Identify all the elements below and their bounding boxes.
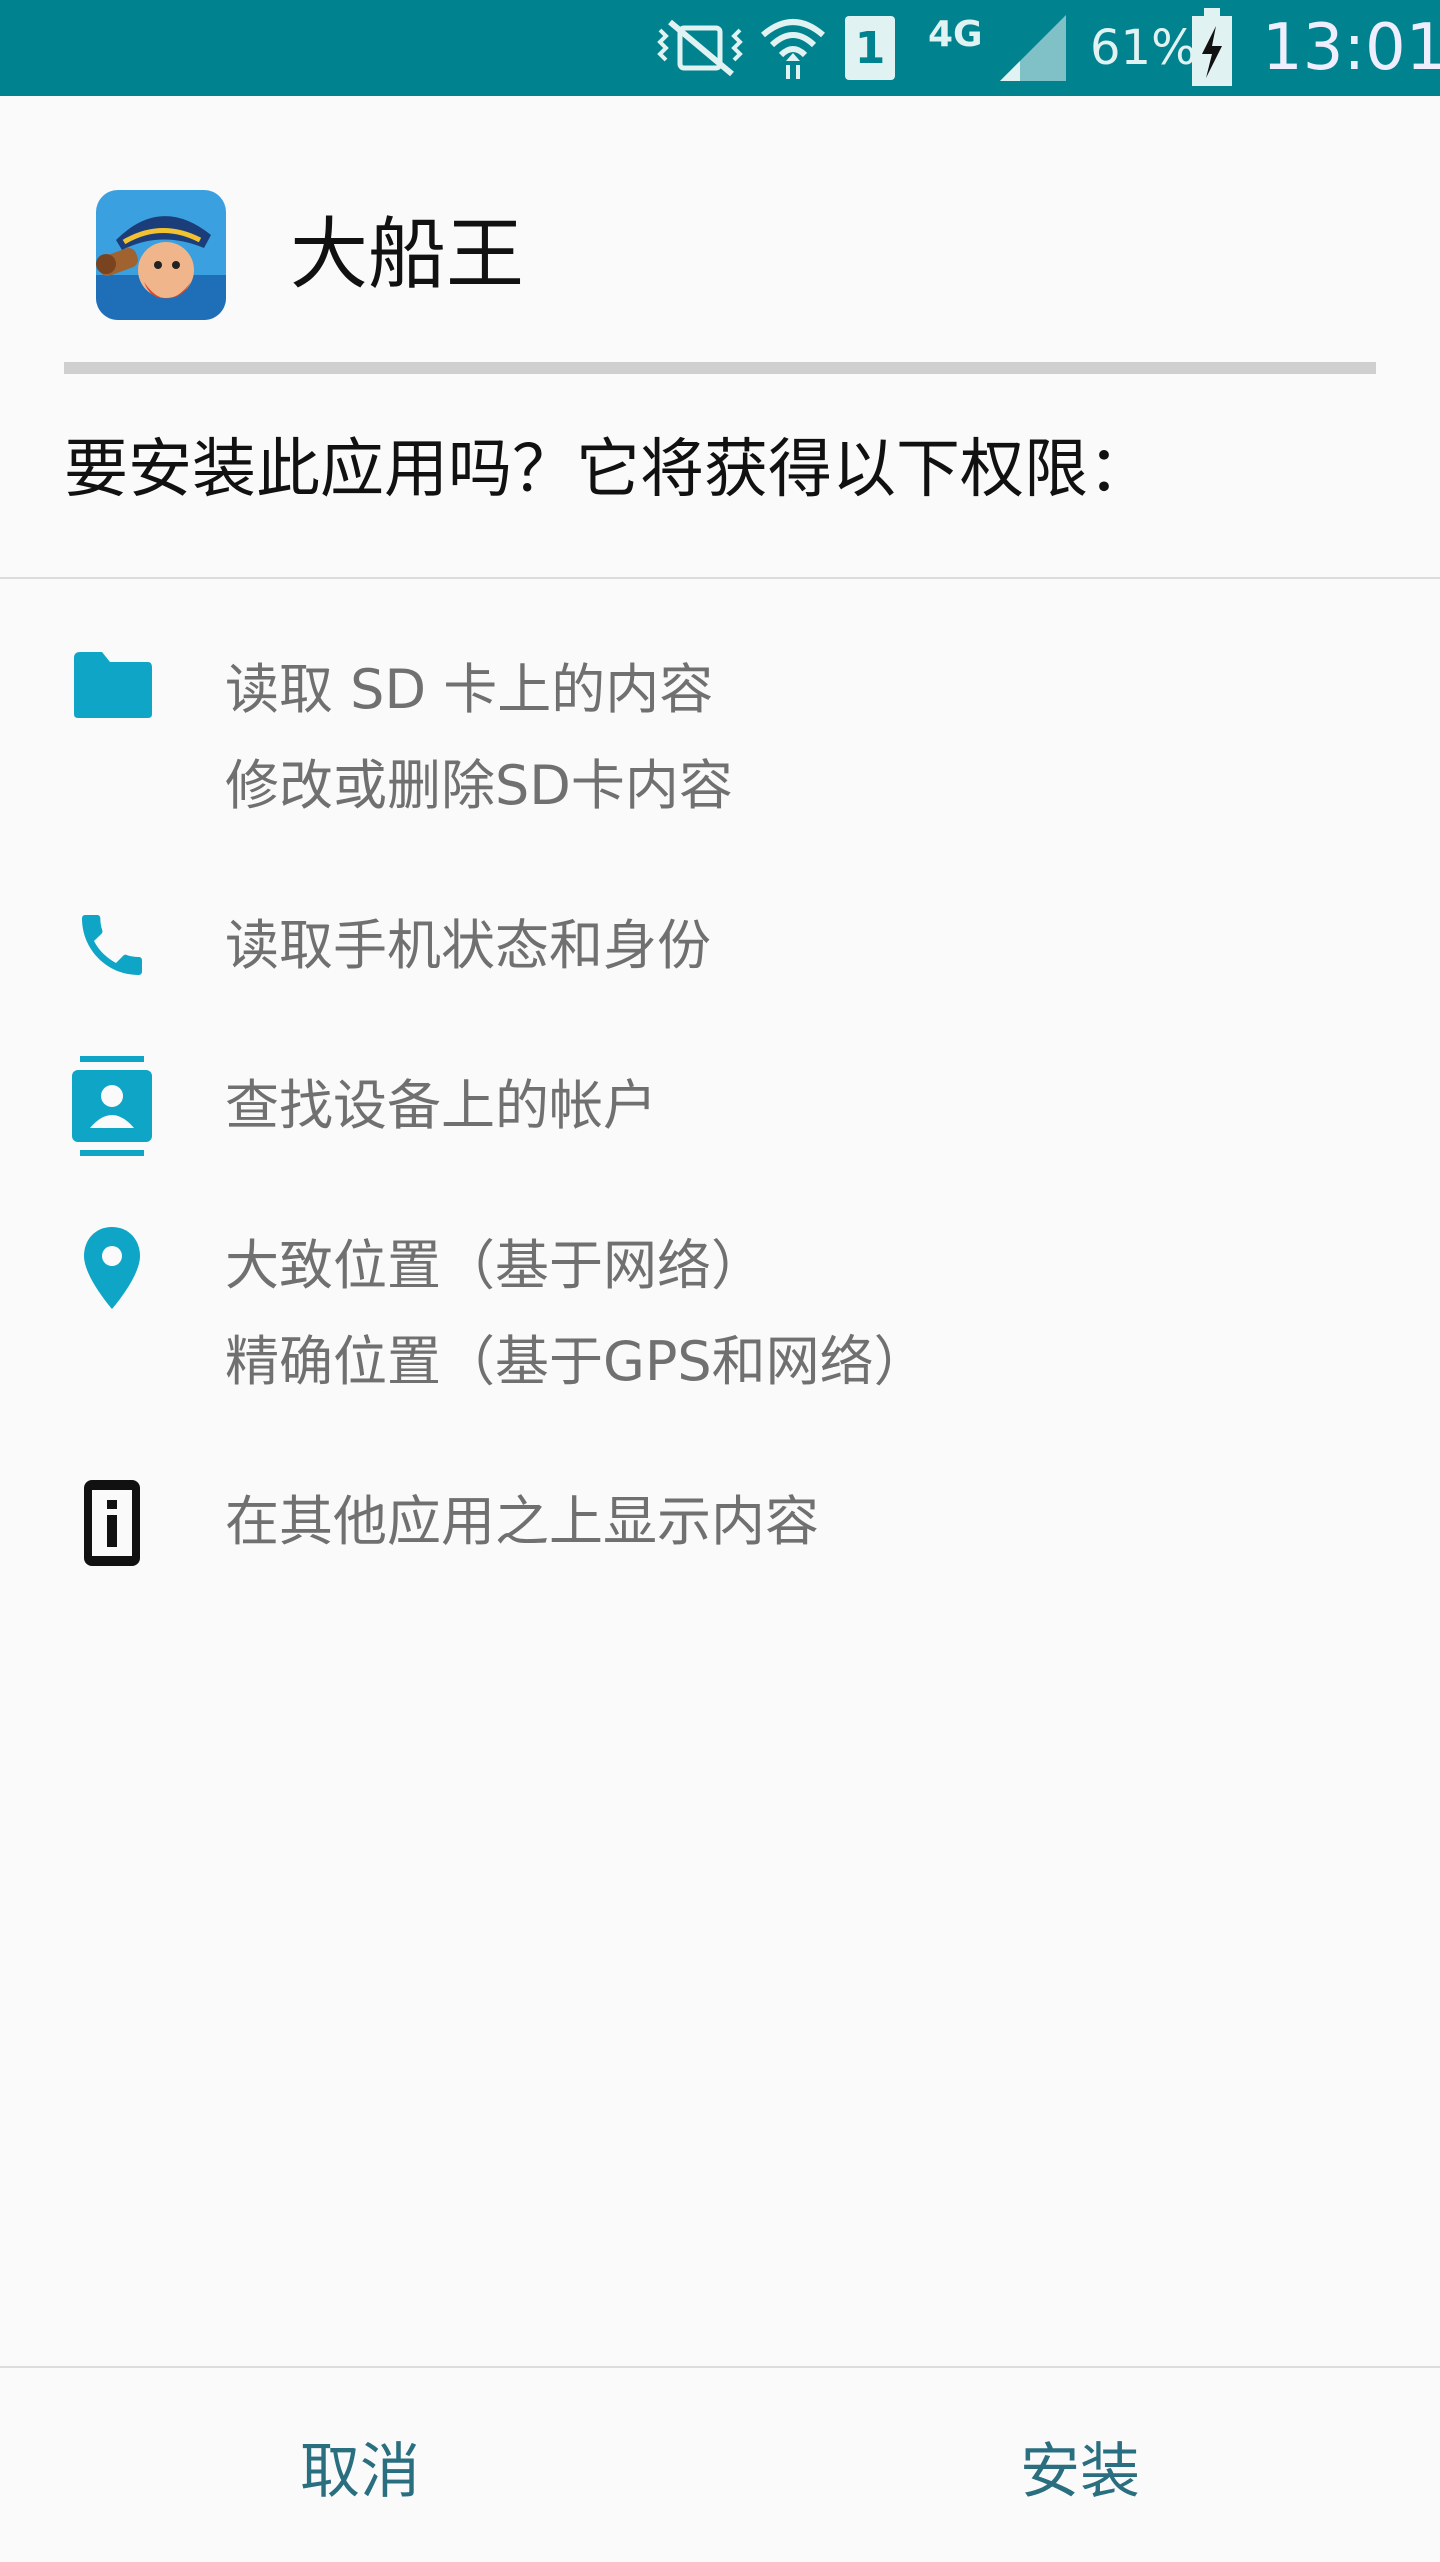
contact-card-icon	[60, 1056, 164, 1156]
cancel-button[interactable]: 取消	[0, 2370, 720, 2562]
permission-coarse-location: 大致位置（基于网络）	[225, 1234, 765, 1297]
battery-percent: 61%	[1090, 20, 1197, 76]
pirate-app-icon	[96, 190, 226, 320]
app-name: 大船王	[290, 210, 525, 300]
phone-icon	[60, 905, 164, 985]
list-divider	[0, 577, 1440, 579]
permission-storage-read: 读取 SD 卡上的内容	[225, 658, 714, 721]
wifi-icon	[758, 0, 828, 96]
permission-draw-overlay: 在其他应用之上显示内容	[225, 1490, 819, 1553]
network-type-label: 4G	[928, 13, 983, 55]
permission-phone-state: 读取手机状态和身份	[225, 914, 711, 977]
vibrate-mute-icon	[652, 0, 748, 96]
overlay-info-icon	[60, 1478, 164, 1568]
location-pin-icon	[60, 1225, 164, 1311]
sim-card-icon: 1	[845, 0, 895, 96]
permission-accounts: 查找设备上的帐户	[225, 1074, 657, 1137]
install-button[interactable]: 安装	[720, 2370, 1440, 2562]
signal-icon	[998, 0, 1068, 96]
battery-charging-icon	[1190, 0, 1234, 96]
header-divider	[64, 362, 1376, 374]
permission-storage-write: 修改或删除SD卡内容	[225, 754, 733, 817]
folder-icon	[60, 650, 164, 720]
install-question: 要安装此应用吗？它将获得以下权限：	[64, 433, 1152, 507]
sim-slot-label: 1	[854, 22, 886, 74]
button-bar-divider	[0, 2366, 1440, 2368]
clock: 13:01	[1262, 11, 1440, 85]
permission-fine-location: 精确位置（基于GPS和网络）	[225, 1330, 928, 1393]
status-bar: 1 4G 61% 13:01	[0, 0, 1440, 96]
